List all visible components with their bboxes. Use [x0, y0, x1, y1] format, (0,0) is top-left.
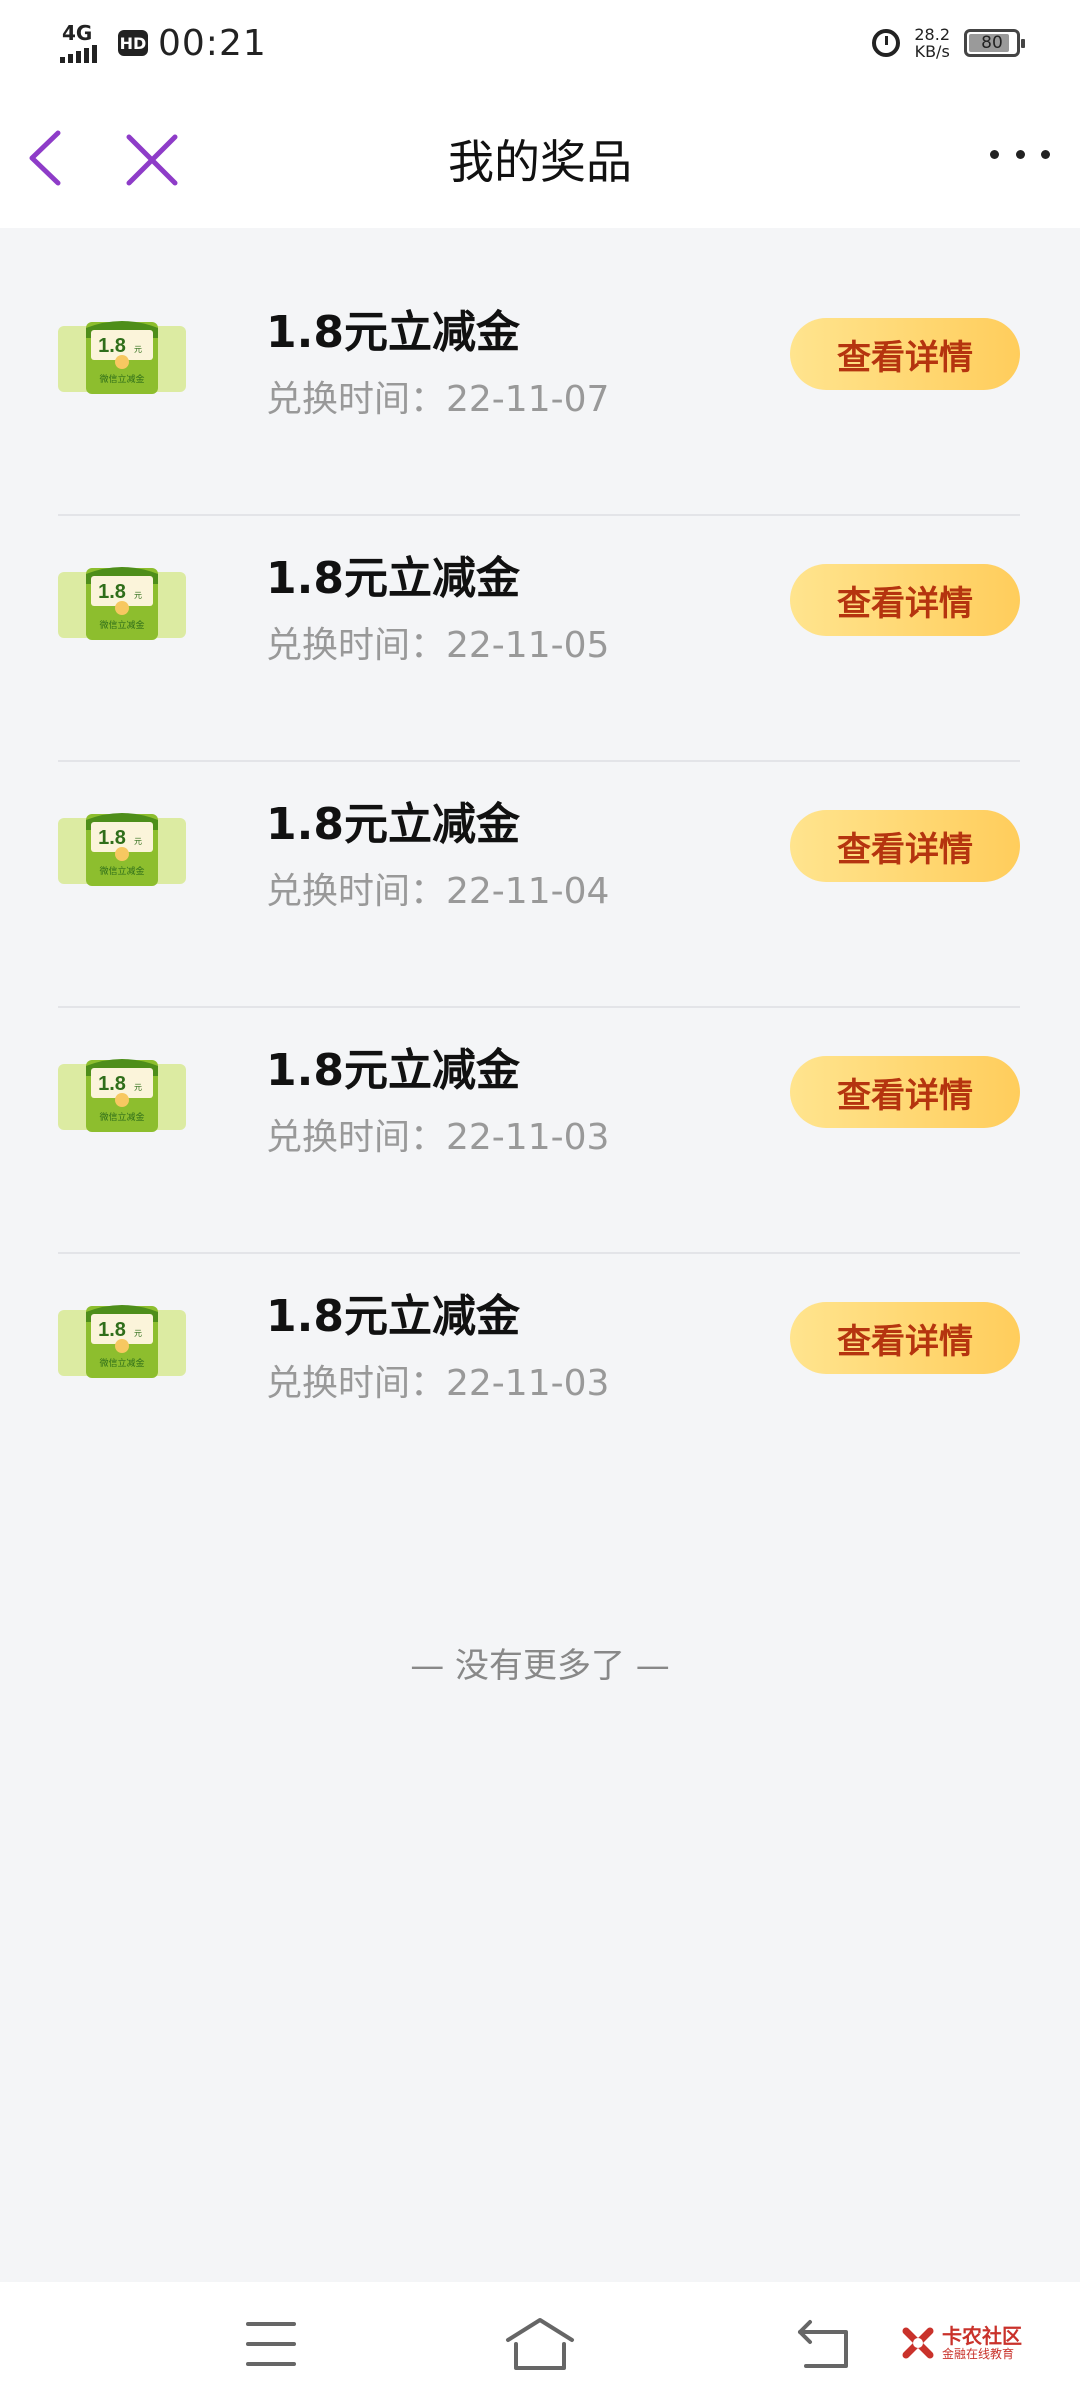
badge-caption: 微信立减金 — [99, 865, 144, 877]
badge-unit: 元 — [134, 837, 142, 846]
kanong-logo: 卡农社区 金融在线教育 — [900, 2320, 1022, 2366]
bottom-nav: 卡农社区 金融在线教育 — [0, 2282, 1080, 2408]
back-icon[interactable] — [796, 2318, 852, 2370]
logo-subtext: 金融在线教育 — [942, 2347, 1015, 2361]
view-details-button[interactable]: 查看详情 — [790, 810, 1020, 882]
prize-item: 1.8 元 微信立减金 1.8元立减金 兑换时间：22-11-03 查看详情 — [58, 1008, 1020, 1254]
status-left: 4G HD 00:21 — [60, 18, 267, 68]
prize-name: 1.8元立减金 — [266, 307, 520, 358]
view-details-button[interactable]: 查看详情 — [790, 1302, 1020, 1374]
battery-icon: 80 — [964, 29, 1025, 57]
badge-amount: 1.8 — [98, 1319, 126, 1341]
badge-unit: 元 — [134, 345, 142, 354]
signal-icon: 4G — [60, 23, 108, 63]
badge-amount: 1.8 — [98, 1073, 126, 1095]
red-packet-icon: 1.8 元 微信立减金 — [58, 564, 186, 640]
battery-level: 80 — [981, 33, 1003, 53]
net-speed-value: 28.2 — [914, 25, 950, 44]
exchange-time: 兑换时间：22-11-04 — [266, 871, 610, 912]
badge-unit: 元 — [134, 591, 142, 600]
view-details-button[interactable]: 查看详情 — [790, 564, 1020, 636]
clock: 00:21 — [158, 22, 267, 64]
exchange-time: 兑换时间：22-11-03 — [266, 1117, 610, 1158]
hd-icon: HD — [118, 30, 148, 56]
prize-item: 1.8 元 微信立减金 1.8元立减金 兑换时间：22-11-05 查看详情 — [58, 516, 1020, 762]
badge-caption: 微信立减金 — [99, 1111, 144, 1123]
badge-unit: 元 — [134, 1329, 142, 1338]
prize-item: 1.8 元 微信立减金 1.8元立减金 兑换时间：22-11-04 查看详情 — [58, 762, 1020, 1008]
red-packet-icon: 1.8 元 微信立减金 — [58, 810, 186, 886]
red-packet-icon: 1.8 元 微信立减金 — [58, 318, 186, 394]
prize-item: 1.8 元 微信立减金 1.8元立减金 兑换时间：22-11-07 查看详情 — [58, 270, 1020, 516]
net-speed-unit: KB/s — [914, 42, 950, 61]
badge-caption: 微信立减金 — [99, 373, 144, 385]
badge-amount: 1.8 — [98, 827, 126, 849]
exchange-time: 兑换时间：22-11-03 — [266, 1363, 610, 1404]
badge-caption: 微信立减金 — [99, 619, 144, 631]
prize-list: 1.8 元 微信立减金 1.8元立减金 兑换时间：22-11-07 查看详情 1… — [58, 270, 1020, 1498]
badge-unit: 元 — [134, 1083, 142, 1092]
exchange-time: 兑换时间：22-11-07 — [266, 379, 610, 420]
nav-bar: 我的奖品 — [0, 90, 1080, 228]
badge-amount: 1.8 — [98, 335, 126, 357]
logo-mark-icon — [900, 2325, 936, 2361]
view-details-button[interactable]: 查看详情 — [790, 318, 1020, 390]
home-icon[interactable] — [504, 2314, 576, 2374]
exchange-time: 兑换时间：22-11-05 — [266, 625, 610, 666]
red-packet-icon: 1.8 元 微信立减金 — [58, 1302, 186, 1378]
status-right: 28.2 KB/s 80 — [872, 20, 1025, 66]
menu-icon[interactable] — [246, 2322, 296, 2366]
prize-name: 1.8元立减金 — [266, 1045, 520, 1096]
prize-item: 1.8 元 微信立减金 1.8元立减金 兑换时间：22-11-03 查看详情 — [58, 1254, 1020, 1498]
more-icon[interactable] — [990, 134, 1050, 174]
view-details-button[interactable]: 查看详情 — [790, 1056, 1020, 1128]
badge-amount: 1.8 — [98, 581, 126, 603]
red-packet-icon: 1.8 元 微信立减金 — [58, 1056, 186, 1132]
prize-name: 1.8元立减金 — [266, 553, 520, 604]
page-title: 我的奖品 — [448, 135, 632, 189]
network-type: 4G — [62, 21, 93, 45]
net-speed: 28.2 KB/s — [914, 26, 950, 60]
status-bar: 4G HD 00:21 28.2 KB/s 80 — [0, 0, 1080, 90]
list-end-text: — 没有更多了 — — [410, 1646, 670, 1686]
prize-name: 1.8元立减金 — [266, 1291, 520, 1342]
logo-text: 卡农社区 — [942, 2324, 1022, 2348]
prize-name: 1.8元立减金 — [266, 799, 520, 850]
alarm-icon — [872, 29, 901, 57]
badge-caption: 微信立减金 — [99, 1357, 144, 1369]
